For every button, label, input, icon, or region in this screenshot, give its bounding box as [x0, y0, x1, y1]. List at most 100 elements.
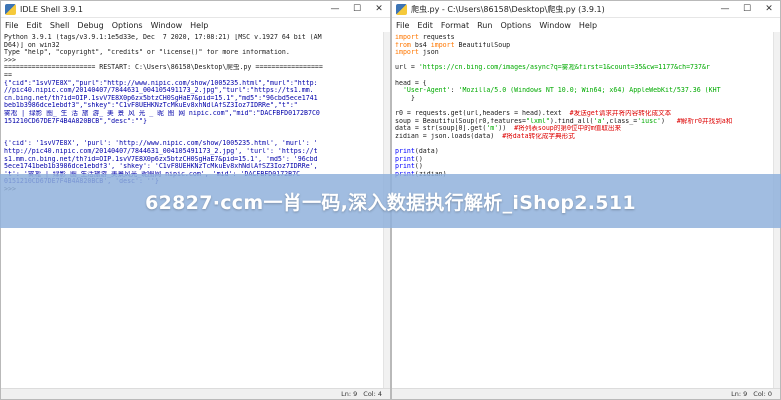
shell-line: s1.mm.cn.bing.net/th?id=OIP.1svV7E8X0p6z…: [4, 155, 318, 163]
shell-line: 雾凇 | 绿影 图_ 生 活 旅 游_ 美 景 风 光 _ 昵 图 网 nipi…: [4, 109, 320, 117]
code-token: #将列表soup的第0位中的m值取出来: [514, 125, 622, 133]
code-line: from bs4 import BeautifulSoup: [395, 42, 777, 50]
code-token: 'https://cn.bing.com/images/async?q=雾凇&f…: [418, 64, 710, 72]
code-line: head = {: [395, 80, 777, 88]
code-token: data = str(soup[0].get(: [395, 125, 487, 133]
shell-line: Python 3.9.1 (tags/v3.9.1:1e5d33e, Dec 7…: [4, 34, 322, 41]
shell-line: [4, 125, 387, 133]
maximize-icon[interactable]: ☐: [346, 1, 368, 18]
close-icon[interactable]: ✕: [758, 1, 780, 18]
code-token: from: [395, 41, 411, 49]
code-line: r0 = requests.get(url,headers = head).te…: [395, 110, 777, 118]
editor-menu-bar: File Edit Format Run Options Window Help: [392, 18, 780, 32]
code-line: import json: [395, 49, 777, 57]
shell-line: 5ece1741beb1b3986dce1ebdf3', 'shkey': 'C…: [4, 163, 318, 171]
code-token: requests: [418, 34, 455, 41]
menu-options[interactable]: Options: [500, 21, 531, 30]
code-token: #发送get请求并将内容转化成文本: [569, 109, 672, 117]
shell-line: 151210CD67DE7F4B4A820BCB","desc":""}: [4, 117, 147, 125]
shell-line-indicator: Ln: 9: [341, 390, 358, 398]
shell-line: //pic40.nipic.com/20140407/7844631_00410…: [4, 87, 314, 95]
close-icon[interactable]: ✕: [368, 1, 390, 18]
shell-title-bar[interactable]: IDLE Shell 3.9.1 — ☐ ✕: [1, 1, 390, 18]
menu-edit[interactable]: Edit: [417, 21, 433, 30]
shell-status-bar: Ln: 9 Col: 4: [1, 388, 390, 399]
code-line: url = 'https://cn.bing.com/images/async?…: [395, 64, 777, 72]
code-token: zidian = json.loads(data): [395, 132, 503, 140]
code-token: json: [418, 49, 439, 57]
code-token: 'a': [593, 117, 606, 125]
code-line: print(): [395, 163, 777, 171]
code-line: import requests: [395, 34, 777, 42]
code-token: soup = BeautifulSoup(r0,features=: [395, 117, 527, 125]
code-token: bs4: [410, 41, 431, 49]
shell-line: [4, 133, 387, 141]
shell-window-title: IDLE Shell 3.9.1: [20, 4, 83, 14]
shell-line: D64)] on win32: [4, 41, 60, 49]
code-token: )): [498, 125, 515, 133]
code-line: soup = BeautifulSoup(r0,features="lxml")…: [395, 118, 777, 126]
shell-line: Type "help", "copyright", "credits" or "…: [4, 49, 290, 57]
shell-menu-bar: File Edit Shell Debug Options Window Hel…: [1, 18, 390, 32]
code-token: (): [414, 155, 423, 163]
code-line: 'User-Agent': 'Mozilla/5.0 (Windows NT 1…: [395, 87, 777, 95]
code-token: print: [395, 163, 415, 171]
code-token: print: [395, 147, 415, 155]
shell-line: {'cid': '1svV7E8X', 'purl': 'http://www.…: [4, 140, 318, 148]
editor-window-title: 爬虫.py - C:\Users\86158\Desktop\爬虫.py (3.…: [411, 4, 605, 14]
menu-help[interactable]: Help: [190, 21, 208, 30]
code-token: ): [661, 117, 677, 125]
code-token: BeautifulSoup: [454, 41, 511, 49]
menu-run[interactable]: Run: [477, 21, 492, 30]
code-token: r0 = requests.get(url,headers = head).te…: [395, 109, 570, 117]
code-token: "lxml": [526, 117, 550, 125]
code-token: import: [395, 34, 419, 41]
minimize-icon[interactable]: —: [324, 1, 346, 18]
menu-file[interactable]: File: [5, 21, 18, 30]
code-token: 'm': [486, 125, 499, 133]
code-token: (): [414, 163, 423, 171]
shell-line: beb1b3986dce1ebdf3","shkey":"C1vF8UEHKNz…: [4, 102, 298, 110]
code-token: 'iusc': [637, 117, 662, 125]
menu-options[interactable]: Options: [112, 21, 143, 30]
maximize-icon[interactable]: ☐: [736, 1, 758, 18]
menu-edit[interactable]: Edit: [26, 21, 42, 30]
code-line: }: [395, 95, 777, 103]
python-app-icon: [5, 3, 16, 15]
code-token: 'User-Agent': [402, 87, 451, 95]
shell-line: ======================= RESTART: C:\User…: [4, 64, 323, 72]
code-token: ,class_=: [605, 117, 638, 125]
shell-line: >>>: [4, 56, 16, 64]
menu-window[interactable]: Window: [151, 21, 183, 30]
code-line: zidian = json.loads(data) #将data转化成字典形式: [395, 133, 777, 141]
menu-format[interactable]: Format: [441, 21, 469, 30]
code-line: print(data): [395, 148, 777, 156]
editor-title-bar[interactable]: 爬虫.py - C:\Users\86158\Desktop\爬虫.py (3.…: [392, 1, 780, 18]
code-token: (data): [414, 147, 439, 155]
editor-line-indicator: Ln: 9: [731, 390, 748, 398]
code-token: 'Mozilla/5.0 (Windows NT 10.0; Win64; x6…: [458, 87, 721, 95]
editor-column-indicator: Col: 0: [753, 390, 772, 398]
shell-line: http://pic40.nipic.com/20140407/7844631_…: [4, 147, 318, 155]
shell-line: cn.bing.net/th?id=OIP.1svV7E8X0p6zx5btzC…: [4, 94, 318, 102]
menu-debug[interactable]: Debug: [77, 21, 103, 30]
menu-help[interactable]: Help: [579, 21, 597, 30]
menu-window[interactable]: Window: [539, 21, 571, 30]
python-file-icon: [396, 3, 407, 15]
shell-line: ==: [4, 71, 12, 79]
overlay-banner-text: 62827·ccm一肖一码,深入数据执行解析_iShop2.511: [145, 191, 636, 214]
minimize-icon[interactable]: —: [714, 1, 736, 18]
code-token: head = {: [395, 79, 427, 87]
menu-file[interactable]: File: [396, 21, 409, 30]
code-token: #将data转化成字典形式: [502, 132, 575, 140]
shell-column-indicator: Col: 4: [363, 390, 382, 398]
menu-shell[interactable]: Shell: [50, 21, 70, 30]
code-token: }: [395, 94, 415, 102]
code-token: #解析r0并找到a和: [676, 117, 733, 125]
code-token: print: [395, 155, 415, 163]
